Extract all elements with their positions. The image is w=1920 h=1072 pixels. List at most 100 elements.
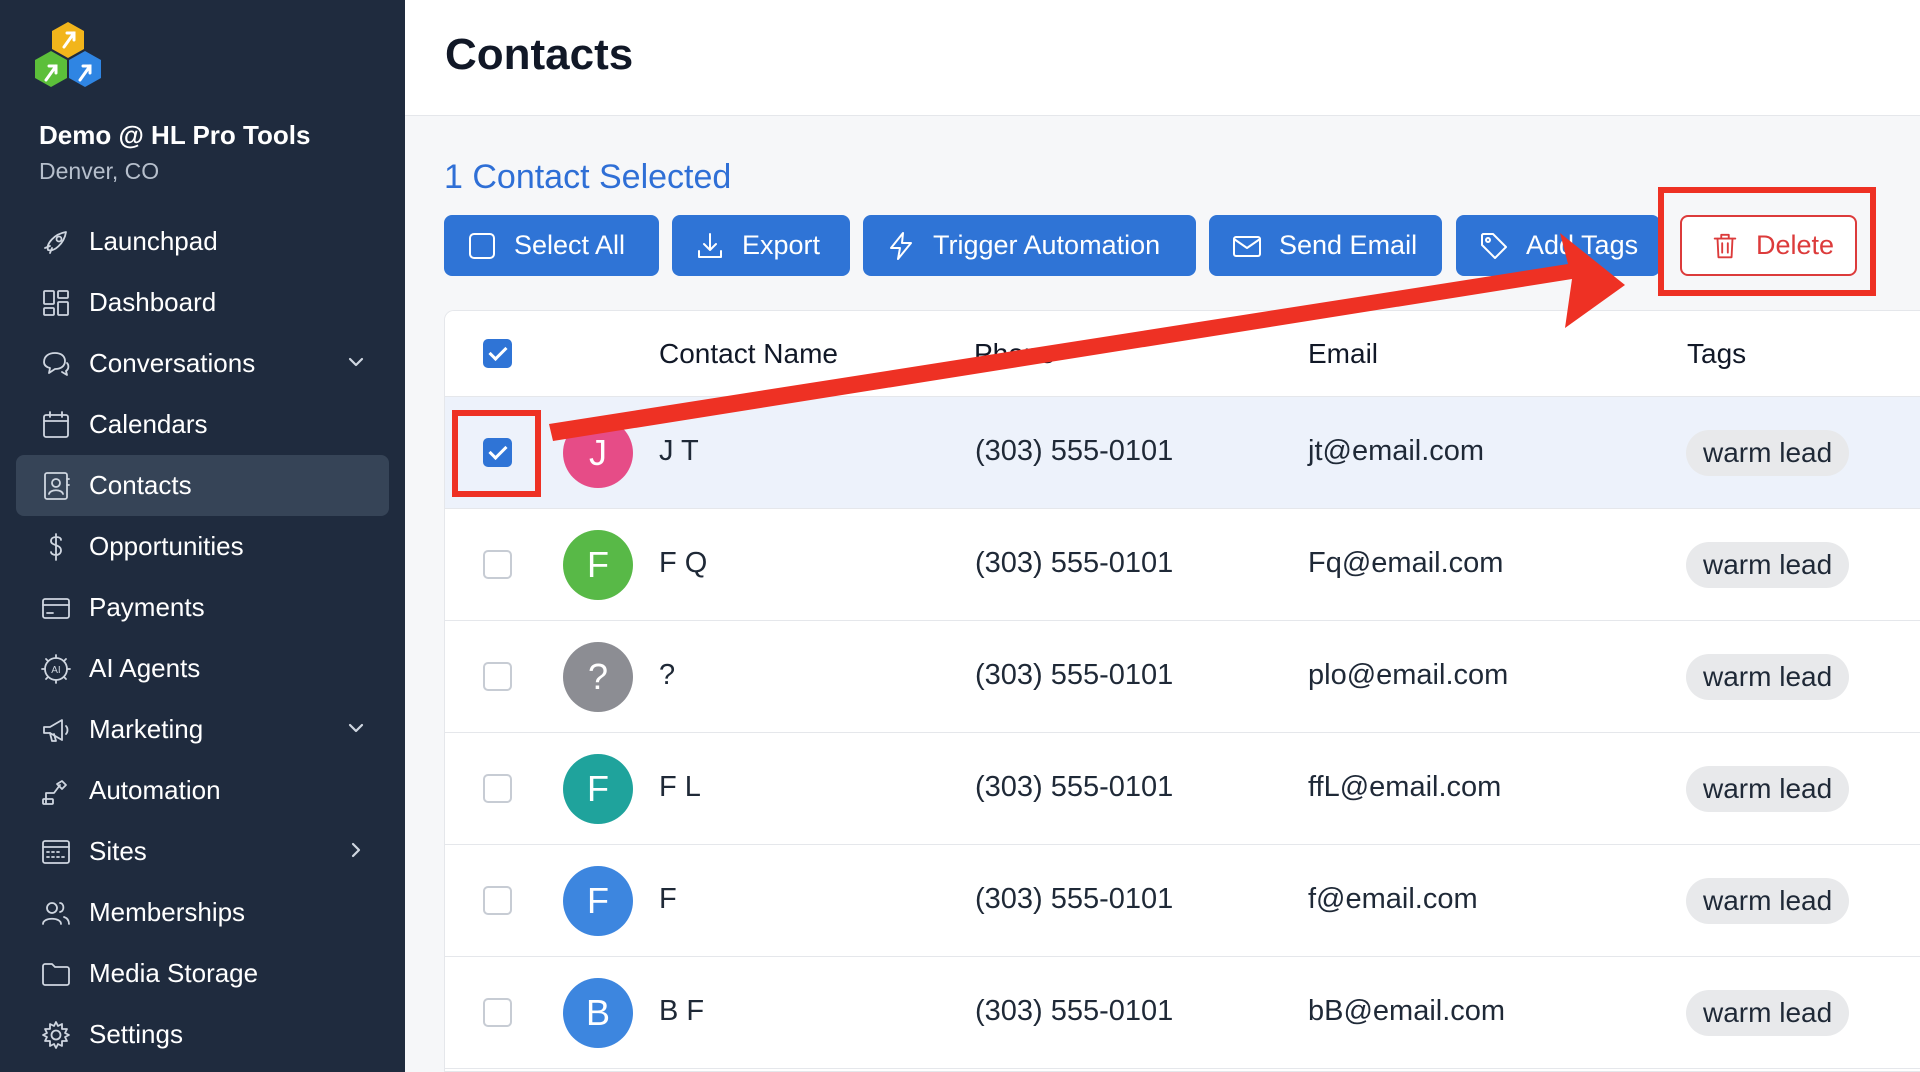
contact-name[interactable]: J T [659,435,699,468]
sidebar-item-label: Automation [89,775,221,805]
contact-name[interactable]: B F [659,995,704,1028]
rocket-icon [39,225,73,259]
sites-icon [39,835,73,869]
contact-card-icon [39,469,73,503]
sidebar-item-ai-agents[interactable]: AI AI Agents [16,638,389,699]
account-location: Denver, CO [39,158,160,184]
sidebar-item-label: Launchpad [89,226,218,256]
tag-badge: warm lead [1686,878,1850,924]
table-row[interactable]: F F Q (303) 555-0101 Fq@email.com warm l… [445,509,1920,621]
sidebar-item-label: Dashboard [89,287,217,317]
select-all-button[interactable]: Select All [444,215,659,276]
page-title: Contacts [445,30,634,79]
table-row[interactable]: B B F (303) 555-0101 bB@email.com warm l… [445,957,1920,1069]
row-checkbox[interactable] [483,774,512,803]
chevron-down-icon[interactable] [345,351,367,373]
contact-name[interactable]: F [659,883,677,916]
sidebar-item-label: Sites [89,836,147,866]
add-tags-label: Add Tags [1526,230,1639,260]
gear-icon [39,1018,73,1052]
dollar-icon [39,530,73,564]
contact-email: plo@email.com [1308,659,1509,691]
contact-email: f@email.com [1308,883,1478,915]
send-email-button[interactable]: Send Email [1209,215,1442,276]
contact-phone: (303) 555-0101 [975,883,1174,915]
sidebar-item-conversations[interactable]: Conversations [16,333,389,394]
add-tags-button[interactable]: Add Tags [1456,215,1660,276]
export-button[interactable]: Export [672,215,850,276]
account-name[interactable]: Demo @ HL Pro Tools [39,120,310,151]
sidebar-item-opportunities[interactable]: Opportunities [16,516,389,577]
tag-badge: warm lead [1686,990,1850,1036]
column-header-contact-name[interactable]: Contact Name [659,338,838,370]
row-checkbox[interactable] [483,998,512,1027]
contact-name[interactable]: ? [659,659,675,692]
sidebar-item-media-storage[interactable]: Media Storage [16,943,389,1004]
row-checkbox[interactable] [483,662,512,691]
contact-name[interactable]: F Q [659,547,707,580]
sidebar-item-label: Media Storage [89,958,259,988]
sidebar-item-payments[interactable]: Payments [16,577,389,638]
table-row[interactable]: F F (303) 555-0101 f@email.com warm lead [445,845,1920,957]
page-header: Contacts [405,0,1920,116]
contact-name[interactable]: F L [659,771,701,804]
tag-badge: warm lead [1686,542,1850,588]
sidebar-item-memberships[interactable]: Memberships [16,882,389,943]
checkbox-highlight-box [452,410,541,497]
megaphone-icon [39,713,73,747]
sidebar-item-label: AI Agents [89,653,201,683]
folder-icon [39,957,73,991]
sidebar-item-settings[interactable]: Settings [16,1004,389,1065]
contacts-table: Contact Name Phone Email Tags J J T (303… [444,310,1920,1072]
sidebar-item-label: Marketing [89,714,204,744]
row-checkbox[interactable] [483,886,512,915]
tag-badge: warm lead [1686,766,1850,812]
sidebar-item-label: Settings [89,1019,183,1049]
contact-email: Fq@email.com [1308,547,1504,579]
ai-agent-icon: AI [39,652,73,686]
trigger-automation-label: Trigger Automation [933,230,1161,260]
chevron-right-icon[interactable] [345,839,367,861]
checkbox-icon [469,232,495,259]
sidebar-item-label: Memberships [89,897,246,927]
send-email-label: Send Email [1279,230,1418,260]
sidebar-item-calendars[interactable]: Calendars [16,394,389,455]
table-row[interactable]: J J T (303) 555-0101 jt@email.com warm l… [445,397,1920,509]
table-row[interactable]: F F L (303) 555-0101 ffL@email.com warm … [445,733,1920,845]
header-select-checkbox[interactable] [483,339,512,368]
chevron-down-icon[interactable] [345,717,367,739]
tag-badge: warm lead [1686,654,1850,700]
column-header-tags[interactable]: Tags [1687,338,1746,370]
dashboard-icon [39,286,73,320]
contact-phone: (303) 555-0101 [975,995,1174,1027]
table-row[interactable]: ? ? (303) 555-0101 plo@email.com warm le… [445,621,1920,733]
trigger-automation-button[interactable]: Trigger Automation [863,215,1196,276]
download-icon [698,232,722,258]
contact-phone: (303) 555-0101 [975,435,1174,467]
selection-count: 1 Contact Selected [444,158,732,196]
sidebar-item-label: Conversations [89,348,256,378]
sidebar: Demo @ HL Pro Tools Denver, CO Launchpad… [0,0,405,1072]
row-checkbox[interactable] [483,550,512,579]
credit-card-icon [39,591,73,625]
sidebar-nav: Launchpad Dashboard Conversations Calend… [16,211,389,1065]
column-header-phone[interactable]: Phone [974,338,1055,370]
sidebar-item-dashboard[interactable]: Dashboard [16,272,389,333]
contact-email: jt@email.com [1308,435,1485,467]
automation-icon [39,774,73,808]
contact-phone: (303) 555-0101 [975,547,1174,579]
brand-logo [34,20,118,98]
column-header-email[interactable]: Email [1308,338,1378,370]
sidebar-item-automation[interactable]: Automation [16,760,389,821]
sidebar-item-label: Opportunities [89,531,244,561]
contact-email: bB@email.com [1308,995,1506,1027]
lightning-icon [890,231,912,260]
avatar: B [563,978,633,1048]
sidebar-item-contacts[interactable]: Contacts [16,455,389,516]
delete-highlight-box [1658,187,1876,296]
avatar: F [563,866,633,936]
sidebar-item-sites[interactable]: Sites [16,821,389,882]
sidebar-item-launchpad[interactable]: Launchpad [16,211,389,272]
avatar: F [563,530,633,600]
sidebar-item-marketing[interactable]: Marketing [16,699,389,760]
